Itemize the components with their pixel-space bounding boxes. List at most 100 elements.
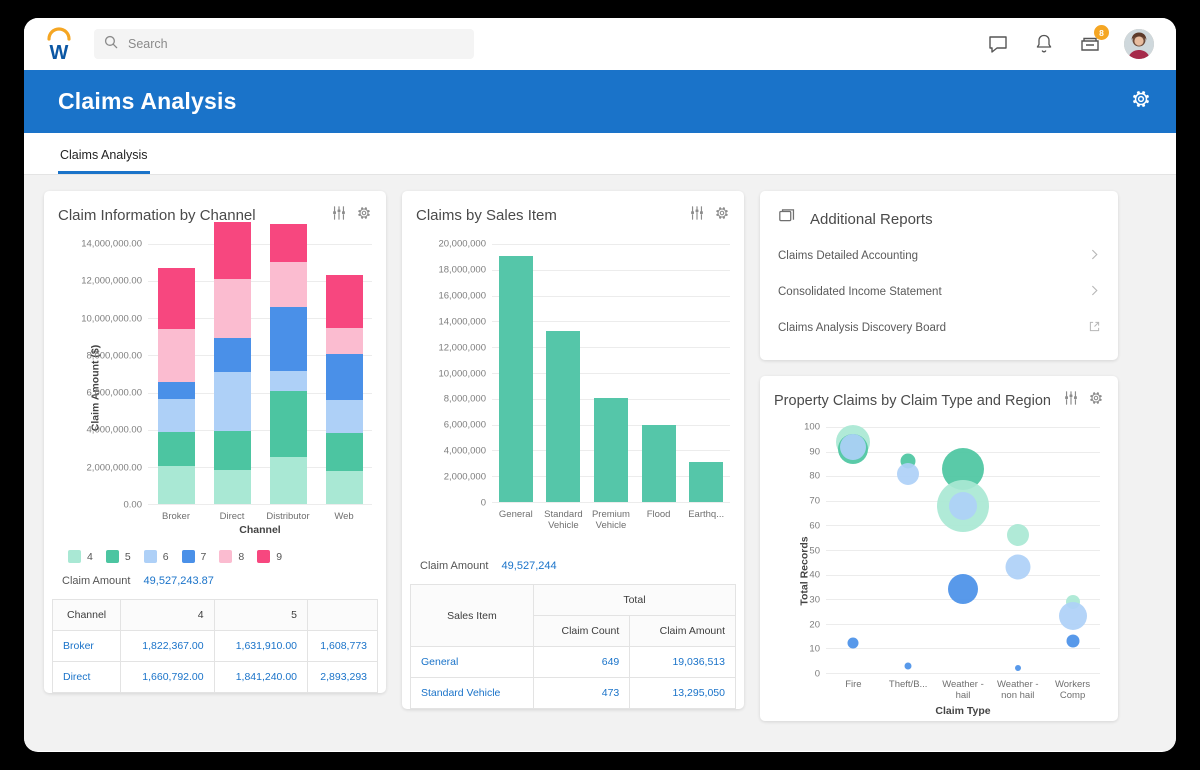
bubble-point[interactable] <box>1006 524 1029 547</box>
bar-segment[interactable] <box>157 328 195 382</box>
y-axis-tick: 6,000,000 <box>443 419 486 431</box>
bar-segment[interactable] <box>157 267 195 329</box>
x-axis-tick: Weather - non hail <box>997 679 1039 701</box>
filter-icon[interactable] <box>689 205 705 226</box>
bar-segment[interactable] <box>325 275 363 328</box>
table-cell: 13,295,050 <box>629 677 736 709</box>
bubble-point[interactable] <box>1005 554 1031 580</box>
tab-claims-analysis[interactable]: Claims Analysis <box>58 148 150 174</box>
bar-group[interactable]: Web <box>316 244 372 522</box>
report-link-item[interactable]: Claims Analysis Discovery Board <box>778 310 1100 346</box>
report-link-item[interactable]: Consolidated Income Statement <box>778 274 1100 310</box>
gridline: 50 <box>809 545 1100 556</box>
gear-icon[interactable] <box>1088 390 1104 411</box>
gear-icon[interactable] <box>356 205 372 226</box>
bar-segment[interactable] <box>213 431 251 470</box>
bar-segment[interactable] <box>213 469 251 504</box>
filter-icon[interactable] <box>1063 390 1079 411</box>
legend-item[interactable]: 5 <box>105 550 131 563</box>
bubble-point[interactable] <box>840 433 867 460</box>
legend-item[interactable]: 9 <box>257 550 282 563</box>
bubble-point[interactable] <box>1058 602 1087 631</box>
bar-segment[interactable] <box>325 471 363 504</box>
bar-segment[interactable] <box>157 381 195 400</box>
report-link-item[interactable]: Claims Detailed Accounting <box>778 238 1100 274</box>
stacked-bar[interactable] <box>213 222 251 504</box>
table-row[interactable]: Direct 1,660,792.00 1,841,240.00 2,893,293 <box>52 661 378 693</box>
bar[interactable] <box>546 330 581 502</box>
bar-segment[interactable] <box>325 400 363 434</box>
gear-icon[interactable] <box>714 205 730 226</box>
table-cell-link[interactable]: Standard Vehicle <box>410 677 534 709</box>
bar[interactable] <box>593 397 628 502</box>
bar-group[interactable]: Standard Vehicle <box>540 244 588 531</box>
legend-swatch <box>105 550 119 563</box>
bar[interactable] <box>498 256 533 502</box>
avatar[interactable] <box>1124 29 1154 59</box>
bar-segment[interactable] <box>269 224 307 262</box>
bar-segment[interactable] <box>269 307 307 372</box>
chart-plot-area: 0.00 2,000,000.00 4,000,000.00 6,000,000.00… <box>81 222 372 522</box>
legend-label: 7 <box>200 550 207 563</box>
bar-segment[interactable] <box>269 391 307 458</box>
bar-group[interactable]: Distributor <box>260 224 316 522</box>
legend-item[interactable]: 7 <box>181 550 207 563</box>
table-cell-link[interactable]: Direct <box>52 661 122 693</box>
legend-item[interactable]: 4 <box>68 550 93 563</box>
notifications-icon[interactable] <box>1032 32 1056 56</box>
chat-icon[interactable] <box>986 32 1010 56</box>
bubble-point[interactable] <box>904 662 912 670</box>
external-link-icon <box>1089 321 1100 335</box>
bar-segment[interactable] <box>213 371 251 432</box>
filter-icon[interactable] <box>331 205 347 226</box>
table-row[interactable]: Standard Vehicle 473 13,295,050 <box>410 677 736 709</box>
y-axis-tick: 80 <box>809 470 820 482</box>
bubble-point[interactable] <box>949 491 977 520</box>
inbox-icon[interactable]: 8 <box>1078 25 1109 56</box>
bar-segment[interactable] <box>325 433 363 472</box>
legend-item[interactable]: 6 <box>143 550 169 563</box>
channel-table-wrap: Channel 4 5 Broker 1,822,367.00 1,631,910.00… <box>52 599 378 693</box>
table-cell-link[interactable]: General <box>410 646 534 678</box>
bubble-point[interactable] <box>847 637 859 649</box>
table-cell: 1,631,910.00 <box>213 630 309 662</box>
bar-segment[interactable] <box>213 279 251 339</box>
bar-segment[interactable] <box>325 354 363 401</box>
bar-group[interactable]: Premium Vehicle <box>587 244 635 531</box>
stacked-bar[interactable] <box>325 275 363 504</box>
bubble-point[interactable] <box>897 462 920 485</box>
stacked-bar[interactable] <box>269 224 307 504</box>
bar-segment[interactable] <box>269 371 307 392</box>
bar-segment[interactable] <box>269 261 307 308</box>
bar-segment[interactable] <box>325 327 363 355</box>
bar-group[interactable]: General <box>492 244 540 520</box>
stacked-bar[interactable] <box>157 267 195 504</box>
legend-item[interactable]: 8 <box>219 550 244 563</box>
bar-segment[interactable] <box>157 432 195 467</box>
bar-segment[interactable] <box>269 457 307 504</box>
bar-group[interactable]: Broker <box>148 244 204 522</box>
table-cell-link[interactable]: Broker <box>52 630 122 662</box>
page-settings-gear-icon[interactable] <box>1130 88 1152 115</box>
y-axis-tick: 70 <box>809 495 820 507</box>
table-column-header: Channel <box>52 599 122 631</box>
bar-segment[interactable] <box>157 466 195 504</box>
bubble-point[interactable] <box>1014 665 1021 672</box>
bar-segment[interactable] <box>213 222 251 280</box>
bar[interactable] <box>689 462 724 502</box>
bar-segment[interactable] <box>157 399 195 433</box>
bar-group[interactable]: Direct <box>204 222 260 522</box>
bar-group[interactable]: Flood <box>635 244 683 520</box>
table-row[interactable]: General 649 19,036,513 <box>410 646 736 678</box>
bar[interactable] <box>641 424 676 502</box>
card-actions <box>331 205 372 226</box>
bar-group[interactable]: Earthq... <box>682 244 730 520</box>
bar-segment[interactable] <box>213 338 251 372</box>
workday-logo[interactable]: W <box>42 26 76 64</box>
bubble-point[interactable] <box>1066 634 1080 648</box>
bubble-point[interactable] <box>948 574 978 605</box>
table-row[interactable]: Broker 1,822,367.00 1,631,910.00 1,608,773 <box>52 630 378 662</box>
search-input[interactable]: Search <box>94 29 474 59</box>
bar-groups: Broker Direct Distributor Web <box>148 222 372 522</box>
legend-swatch <box>219 550 233 563</box>
